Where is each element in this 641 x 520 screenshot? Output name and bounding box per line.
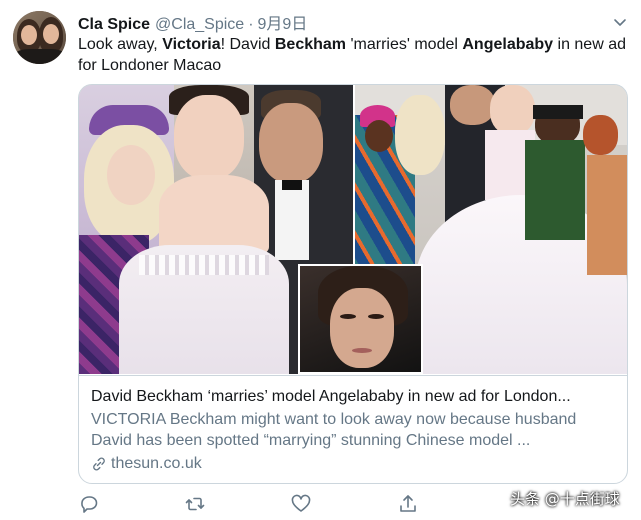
display-name[interactable]: Cla Spice [78, 16, 150, 34]
card-domain-text: thesun.co.uk [111, 455, 202, 472]
link-icon [93, 457, 105, 471]
reply-icon[interactable] [78, 493, 100, 515]
user-handle[interactable]: @Cla_Spice [155, 16, 244, 34]
card-body: David Beckham ‘marries’ model Angelababy… [79, 375, 627, 483]
inset-portrait [298, 264, 423, 374]
like-icon[interactable] [290, 493, 312, 515]
separator: · [248, 16, 254, 33]
watermark: 头条 @十点街球 [510, 490, 620, 508]
card-domain: thesun.co.uk [91, 455, 615, 473]
card-image[interactable] [79, 85, 627, 374]
card-description: VICTORIA Beckham might want to look away… [91, 411, 577, 449]
chevron-down-icon[interactable] [612, 14, 628, 30]
tweet-text: Look away, Victoria! David Beckham 'marr… [78, 36, 626, 74]
tweet-date[interactable]: 9月9日 [258, 10, 308, 34]
avatar[interactable] [13, 11, 66, 64]
card-title: David Beckham ‘marries’ model Angelababy… [91, 388, 571, 405]
link-card[interactable]: David Beckham ‘marries’ model Angelababy… [78, 84, 628, 484]
retweet-icon[interactable] [184, 493, 206, 515]
tweet-header: Cla Spice @Cla_Spice · 9月9日 [78, 10, 307, 34]
share-icon[interactable] [397, 493, 419, 515]
